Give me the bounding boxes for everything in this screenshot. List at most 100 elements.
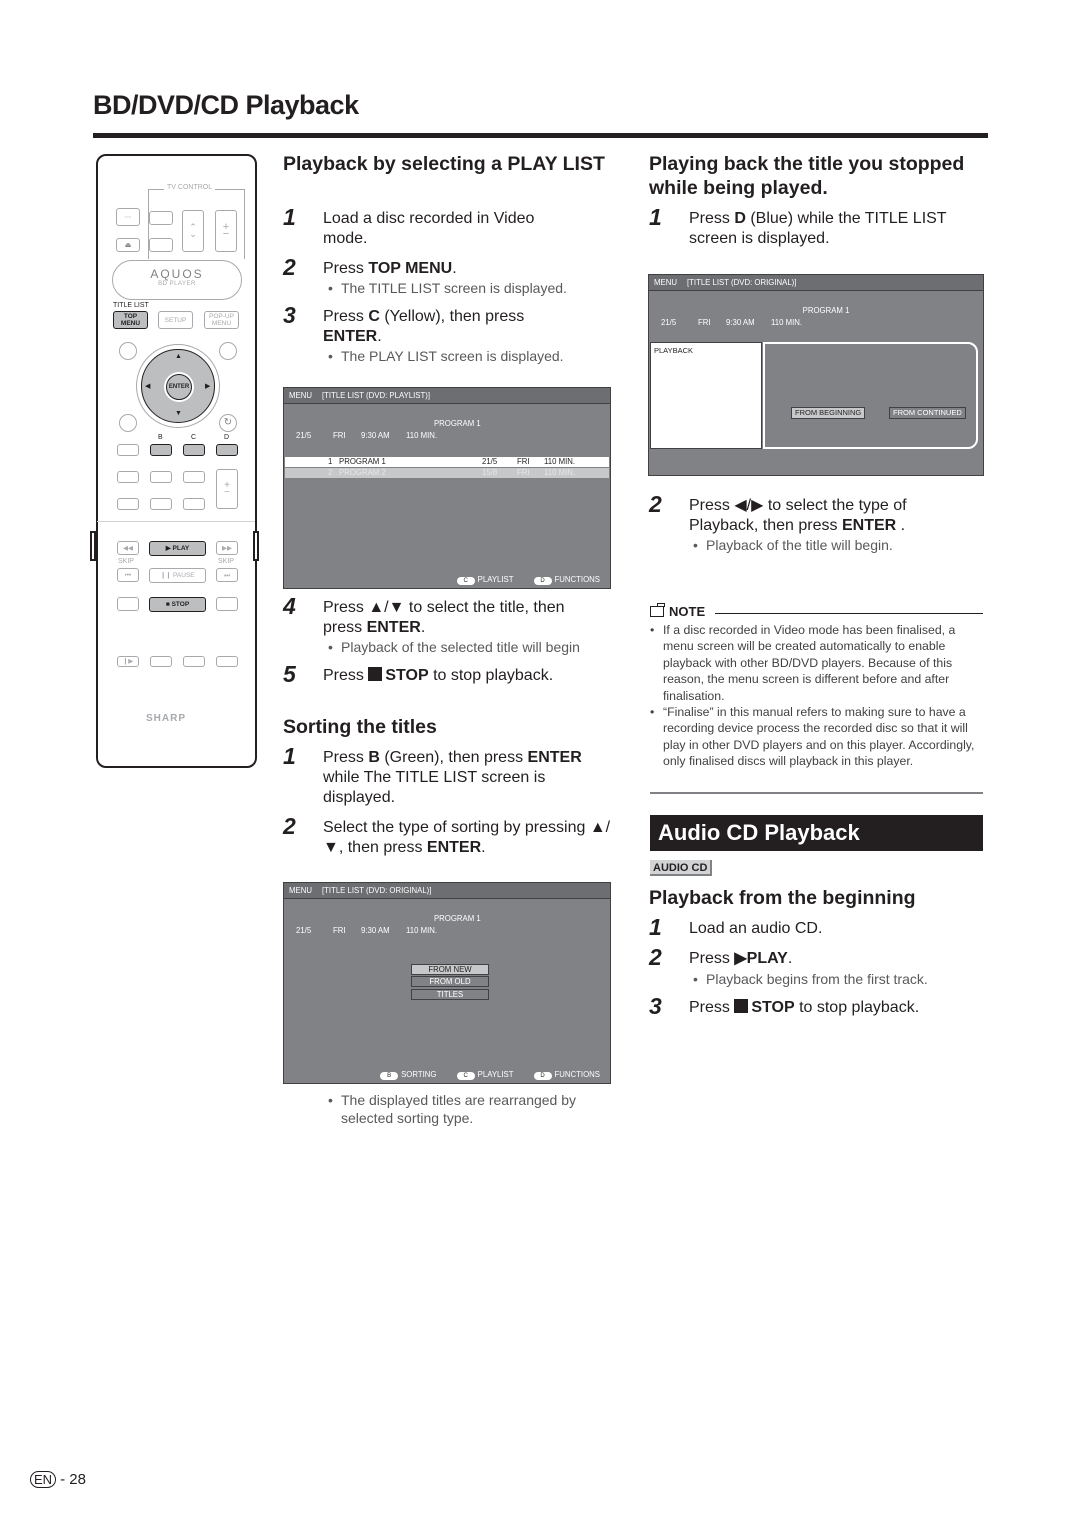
legend-item: C PLAYLIST [456,1070,513,1080]
audio-step-1: 1 Load an audio CD. [649,914,984,941]
play-button: ▶ PLAY [149,541,206,556]
resume-step-1: 1 Press D (Blue) while the TITLE LIST sc… [649,204,984,249]
arrow-down-icon: ▼ [175,410,182,417]
popup-menu-button: POP-UP MENU [204,311,239,329]
color-key-label-b: B [158,434,163,441]
remote-button [183,471,205,483]
from-beginning-option: FROM BEGINNING [791,407,866,419]
remote-numeric-button: ◦◦◦ [116,208,140,226]
note-heading: NOTE [650,603,983,619]
color-key-label-d: D [224,434,230,441]
note-item: If a disc recorded in Video mode has bee… [650,622,985,704]
top-menu-button: TOP MENU [113,311,148,329]
title-rule [93,133,988,138]
fast-forward-button: ▶▶ [216,541,238,555]
page-title: BD/DVD/CD Playback [93,90,359,120]
remote-button [150,471,172,483]
screen-program-name: PROGRAM 1 [433,419,481,428]
sorting-step-1: 1 Press B (Green), then press ENTER whil… [283,743,618,808]
audio-cd-badge: AUDIO CD [650,860,713,876]
step-number: 4 [283,593,296,619]
color-key-label-c: C [191,434,197,441]
resume-step-2-note: Playback of the title will begin. [693,536,893,554]
step-text: Press ◀/▶ to select the type of Playback… [689,497,907,534]
playlist-step-1: 1 Load a disc recorded in Video mode. [283,204,613,249]
page-footer: EN - 28 [30,1471,86,1488]
sort-option: FROM NEW [411,964,489,975]
slow-button: ❙▶ [117,656,139,667]
step-text: Press B (Green), then press ENTER while … [323,749,582,806]
section-heading-audio-cd: Playback from the beginning [649,887,916,909]
step-number: 1 [649,914,662,940]
remote-side-notch-left [90,531,96,561]
sort-option: FROM OLD [411,976,489,987]
eject-button: ⏏ [116,238,140,252]
playlist-row: 2 PROGRAM 2 15/8 FRI 110 MIN. [285,468,609,478]
step-number: 3 [649,993,662,1019]
step-text: Press ▶PLAY. [689,950,793,967]
dpad: ▲ ▼ ◀ ▶ ENTER [136,344,220,428]
audio-cd-section-title: Audio CD Playback [650,815,983,851]
remote-control-illustration: TV CONTROL ◦◦◦ ⌃ ⌄ + − ⏏ AQUOS BD PLAYER T… [90,154,259,768]
sorting-step-2: 2 Select the type of sorting by pressing… [283,813,618,858]
playlist-step-5: 5 Press STOP to stop playback. [283,663,613,688]
audio-step-3: 3 Press STOP to stop playback. [649,993,984,1020]
setup-button: SETUP [158,311,193,329]
section-heading-resume: Playing back the title you stopped while… [649,153,965,199]
remote-button [117,498,139,510]
step-number: 2 [283,813,296,839]
note-item: “Finalise” in this manual refers to maki… [650,704,985,770]
color-key-b [150,444,172,456]
remote-button [150,498,172,510]
step-text: Select the type of sorting by pressing ▲… [323,819,611,856]
screen-legend: B SORTING C PLAYLIST D FUNCTIONS [362,1070,600,1080]
color-key-c [183,444,205,456]
step-number: 2 [283,254,296,280]
pause-button: ❙❙ PAUSE [149,568,206,583]
step-number: 1 [283,204,296,230]
skip-forward-button: ⏭ [216,568,238,582]
section-heading-sorting: Sorting the titles [283,716,437,738]
skip-label-right: SKIP [218,558,234,565]
remote-button [183,656,205,667]
screen-menu-bar: MENU [TITLE LIST (DVD: ORIGINAL)] [649,275,983,291]
legend-item: C PLAYLIST [456,575,513,585]
step-text: Load an audio CD. [689,920,823,937]
playlist-step-2-note: The TITLE LIST screen is displayed. [328,279,567,297]
remote-channel-rocker: ⌃ ⌄ [182,210,204,252]
stop-icon [368,667,383,681]
arrow-up-icon: ▲ [175,353,182,360]
remote-panel-divider [97,521,255,522]
enter-button: ENTER [166,374,192,400]
remote-button [117,597,139,611]
brand-sub: BD PLAYER [158,281,196,287]
playlist-step-4-note: Playback of the selected title will begi… [328,638,580,656]
resume-screen: MENU [TITLE LIST (DVD: ORIGINAL)] PROGRAM… [648,274,984,476]
from-continued-option: FROM CONTINUED [889,407,966,419]
tv-control-label: TV CONTROL [164,184,216,191]
step-text: Press C (Yellow), then press ENTER. [323,308,525,345]
remote-button [183,498,205,510]
screen-program-name: PROGRAM 1 [802,306,850,315]
step-text: Press ▲/▼ to select the title, then pres… [323,599,565,636]
rewind-button: ◀◀ [117,541,139,555]
aquos-logo: AQUOS BD PLAYER [112,260,242,300]
arrow-left-icon: ◀ [145,383,151,390]
step-text: Press D (Blue) while the TITLE LIST scre… [689,210,947,247]
screen-menu-bar: MENU [TITLE LIST (DVD: ORIGINAL)] [284,883,610,899]
remote-button [216,656,238,667]
screen-program-name: PROGRAM 1 [433,914,481,923]
resume-step-2: 2 Press ◀/▶ to select the type of Playba… [649,493,984,536]
remote-tv-power-button [149,238,173,252]
playback-panel-label: PLAYBACK [650,342,762,449]
step-number: 1 [283,743,296,769]
remote-round-button-right [219,342,237,360]
playlist-step-3: 3 Press C (Yellow), then press ENTER. [283,304,613,347]
step-number: 1 [649,204,662,230]
sharp-logo: SHARP [146,713,187,724]
remote-button [216,597,238,611]
step-text: Load a disc recorded in Video mode. [323,210,535,247]
stop-button: ■ STOP [149,597,206,612]
remote-round-button-bottom-left [119,414,137,432]
step-text: Press STOP to stop playback. [323,667,554,684]
